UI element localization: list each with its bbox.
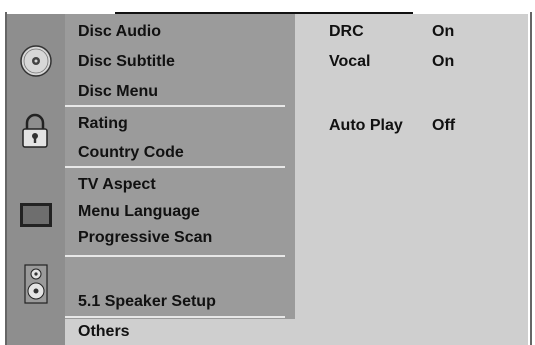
group-divider: [65, 105, 285, 107]
disc-icon: [19, 44, 53, 83]
menu-item-menu-language[interactable]: Menu Language: [78, 202, 200, 222]
setting-label-drc[interactable]: DRC: [329, 22, 364, 42]
setting-label-auto-play[interactable]: Auto Play: [329, 116, 403, 136]
group-divider: [65, 255, 285, 257]
setting-value-auto-play[interactable]: Off: [432, 116, 455, 136]
setting-label-vocal[interactable]: Vocal: [329, 52, 371, 72]
menu-item-disc-subtitle[interactable]: Disc Subtitle: [78, 52, 175, 72]
setting-value-drc[interactable]: On: [432, 22, 454, 42]
menu-item-progressive-scan[interactable]: Progressive Scan: [78, 228, 212, 248]
menu-item-tv-aspect[interactable]: TV Aspect: [78, 175, 156, 195]
group-divider: [65, 166, 285, 168]
speaker-icon: [23, 264, 49, 309]
menu-item-others-selected[interactable]: Others: [65, 319, 295, 345]
setting-value-vocal[interactable]: On: [432, 52, 454, 72]
group-divider: [65, 316, 285, 318]
menu-item-disc-menu[interactable]: Disc Menu: [78, 82, 158, 102]
tv-icon: [19, 202, 53, 233]
menu-item-speaker-setup[interactable]: 5.1 Speaker Setup: [78, 292, 216, 312]
menu-item-country-code[interactable]: Country Code: [78, 143, 184, 163]
menu-item-rating[interactable]: Rating: [78, 114, 128, 134]
lock-icon: [20, 113, 50, 154]
menu-item-disc-audio[interactable]: Disc Audio: [78, 22, 161, 42]
menu-item-others-label: Others: [78, 323, 130, 340]
